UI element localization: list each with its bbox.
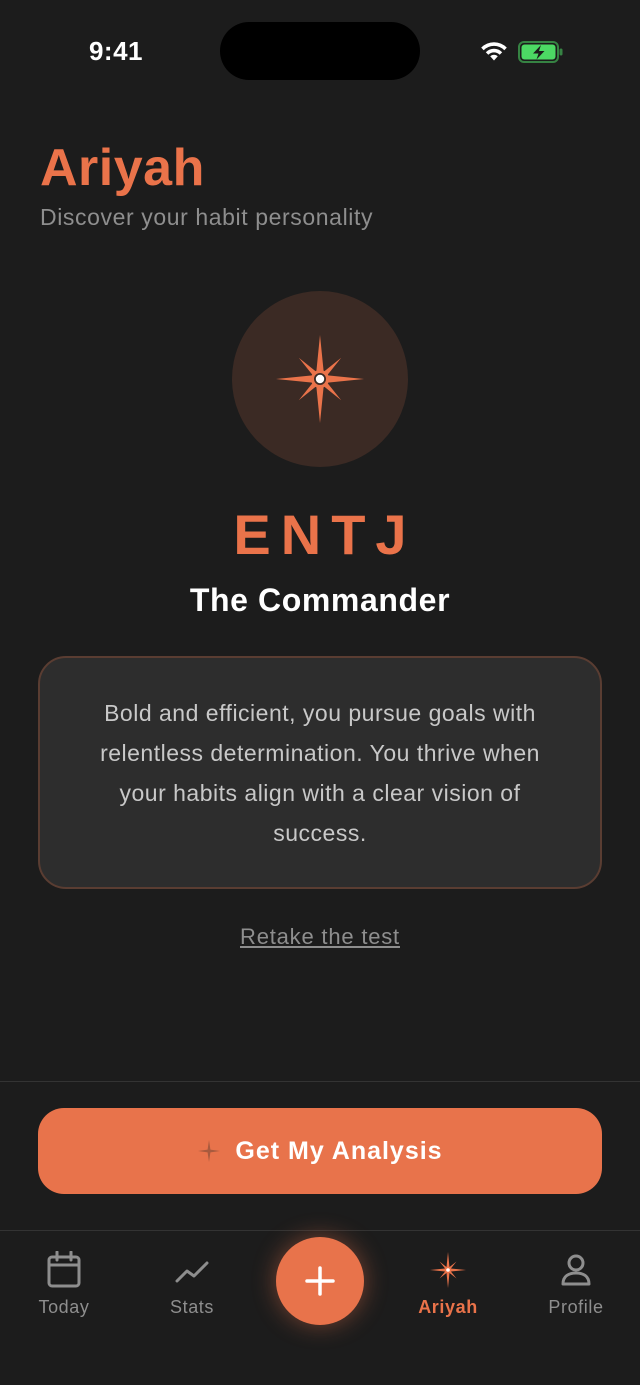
compass-star-icon	[430, 1252, 466, 1288]
calendar-icon	[47, 1251, 81, 1288]
tab-profile-label: Profile	[548, 1297, 604, 1317]
plus-icon	[305, 1266, 335, 1296]
sparkle-icon	[198, 1140, 221, 1162]
tab-stats-label: Stats	[169, 1297, 215, 1317]
tab-stats[interactable]: Stats	[128, 1251, 256, 1331]
compass-star-icon	[276, 335, 364, 423]
tab-ariyah-label: Ariyah	[418, 1297, 478, 1317]
tab-bar: Today Stats Ariyah Profile	[0, 1231, 640, 1385]
wifi-icon	[481, 42, 507, 61]
description-card: Bold and efficient, you pursue goals wit…	[38, 656, 602, 889]
dynamic-island	[220, 22, 420, 80]
get-analysis-label: Get My Analysis	[235, 1136, 443, 1165]
tab-today-label: Today	[38, 1297, 90, 1317]
page-subtitle: Discover your habit personality	[40, 204, 374, 230]
personality-name: The Commander	[189, 582, 451, 618]
battery-charging-icon	[518, 41, 563, 63]
tab-ariyah[interactable]: Ariyah	[384, 1251, 512, 1331]
personality-emblem	[232, 291, 408, 467]
retake-row: Retake the test	[0, 924, 640, 950]
person-icon	[561, 1254, 591, 1286]
retake-test-link[interactable]: Retake the test	[240, 924, 400, 949]
trend-line-icon	[175, 1261, 209, 1283]
tab-profile[interactable]: Profile	[512, 1251, 640, 1331]
get-analysis-button[interactable]: Get My Analysis	[38, 1108, 602, 1194]
screen: 9:41 Ariyah Discover your habit personal…	[0, 0, 640, 1385]
add-habit-button[interactable]	[276, 1237, 364, 1325]
personality-code: ENTJ	[233, 503, 417, 566]
status-time: 9:41	[88, 36, 144, 66]
page-title: Ariyah	[40, 139, 205, 197]
divider	[0, 1081, 640, 1082]
personality-description: Bold and efficient, you pursue goals wit…	[100, 699, 540, 846]
tab-today[interactable]: Today	[0, 1251, 128, 1331]
